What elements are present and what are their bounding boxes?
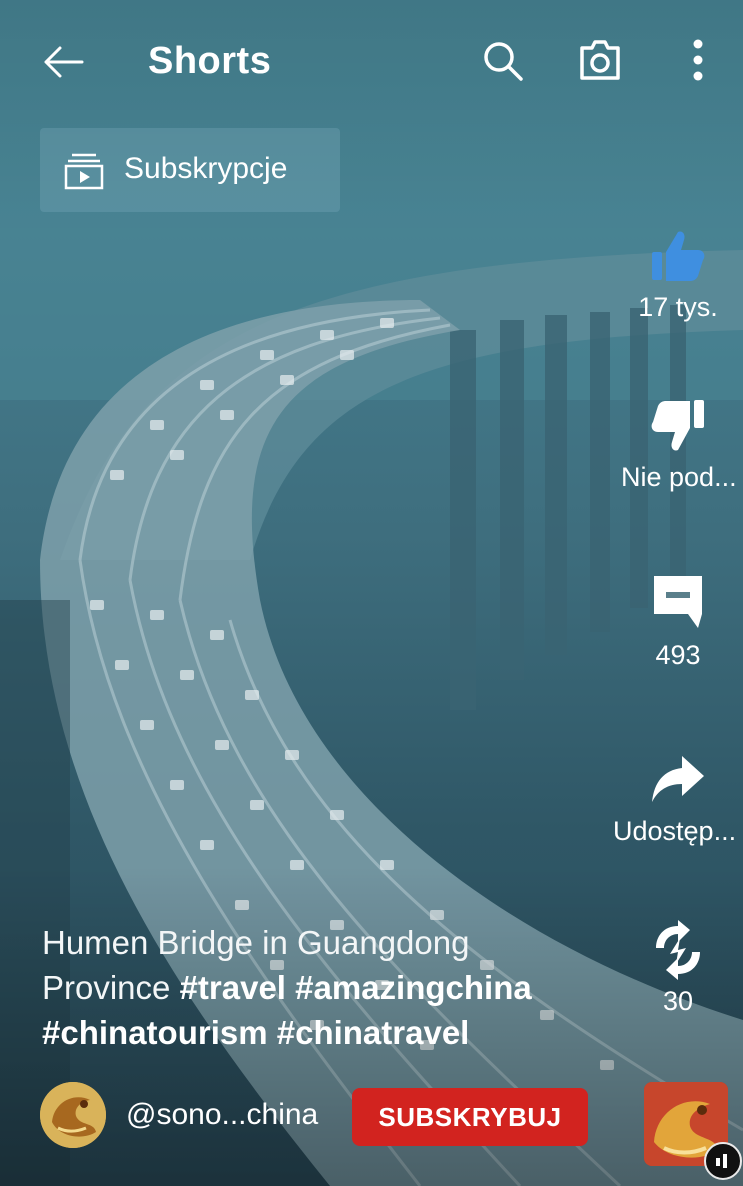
video-caption[interactable]: Humen Bridge in Guangdong Province #trav… bbox=[42, 920, 602, 1055]
comment-icon bbox=[654, 576, 702, 628]
subscribe-button[interactable]: SUBSKRYBUJ bbox=[352, 1088, 588, 1146]
subscriptions-icon bbox=[64, 153, 104, 190]
top-app-bar: Shorts bbox=[0, 0, 743, 120]
comments-count: 493 bbox=[655, 640, 701, 670]
dislike-button[interactable]: Nie pod... bbox=[613, 396, 743, 493]
thumb-up-icon bbox=[652, 231, 705, 281]
comments-button[interactable]: 493 bbox=[613, 570, 743, 671]
sound-bars-icon bbox=[716, 1154, 727, 1168]
share-icon bbox=[652, 756, 704, 802]
search-button[interactable] bbox=[478, 36, 528, 86]
remix-count: 30 bbox=[662, 986, 694, 1016]
subscriptions-label: Subskrypcje bbox=[124, 152, 288, 185]
dislike-label: Nie pod... bbox=[621, 462, 737, 492]
channel-row: @sono...china SUBSKRYBUJ bbox=[40, 1082, 600, 1162]
hashtag[interactable]: #travel bbox=[180, 969, 286, 1006]
camera-button[interactable] bbox=[574, 34, 626, 86]
page-title: Shorts bbox=[148, 40, 272, 82]
share-button[interactable]: Udostęp... bbox=[613, 750, 743, 847]
more-options-button[interactable] bbox=[680, 34, 716, 86]
camera-icon bbox=[580, 40, 620, 80]
hashtag[interactable]: #chinatravel bbox=[277, 1014, 470, 1051]
dragon-avatar-image bbox=[40, 1082, 106, 1148]
back-button[interactable] bbox=[38, 36, 90, 88]
hashtag[interactable]: #chinatourism bbox=[42, 1014, 268, 1051]
like-count: 17 tys. bbox=[638, 292, 718, 322]
arrow-left-icon bbox=[44, 46, 84, 78]
remix-icon bbox=[656, 920, 700, 980]
channel-avatar[interactable] bbox=[40, 1082, 106, 1148]
more-vert-icon bbox=[693, 39, 703, 81]
hashtag[interactable]: #amazingchina bbox=[295, 969, 532, 1006]
subscriptions-chip[interactable]: Subskrypcje bbox=[40, 128, 340, 212]
remix-button[interactable]: 30 bbox=[613, 920, 743, 1017]
share-label: Udostęp... bbox=[613, 816, 737, 846]
like-button[interactable]: 17 tys. bbox=[613, 226, 743, 323]
search-icon bbox=[484, 42, 523, 81]
thumb-down-icon bbox=[651, 400, 704, 451]
audio-indicator-badge bbox=[704, 1142, 742, 1180]
channel-handle[interactable]: @sono...china bbox=[126, 1098, 318, 1132]
